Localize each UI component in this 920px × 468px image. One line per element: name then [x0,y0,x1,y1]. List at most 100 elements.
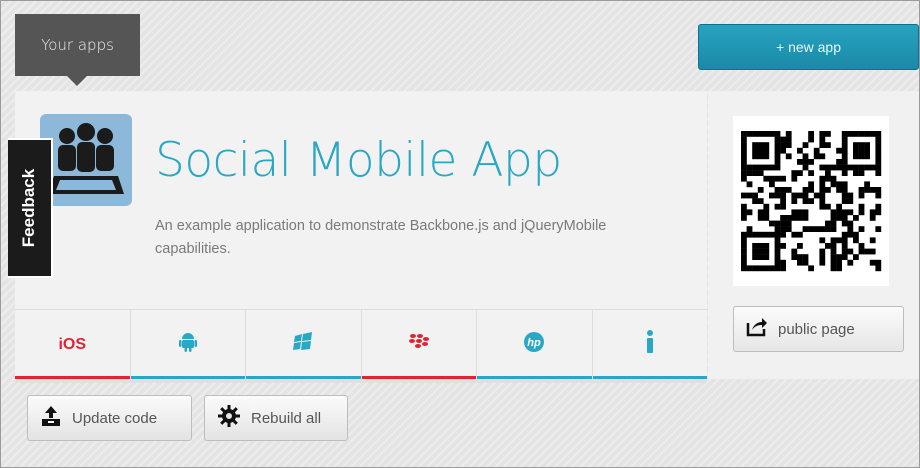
hp-icon: hp [523,331,545,358]
qr-module [785,226,792,232]
platform-tab-ios[interactable]: iOS [15,310,131,379]
qr-module [875,187,882,193]
qr-module [757,248,764,255]
qr-module [808,131,814,137]
qr-module [825,220,831,227]
qr-module [752,147,758,154]
public-page-button[interactable]: public page [733,306,904,352]
qr-module [741,164,747,171]
qr-module [797,159,803,165]
qr-module [757,147,764,154]
platform-tab-webos[interactable]: hp [477,310,593,379]
qr-module [797,243,803,249]
qr-module [741,259,747,266]
qr-module [757,198,764,204]
qr-module [858,248,865,255]
qr-module [763,164,770,171]
qr-module [864,142,870,148]
qr-module [853,142,859,148]
qr-module [858,170,865,176]
qr-module [774,259,781,266]
feedback-tab[interactable]: Feedback [8,138,53,278]
qr-module [791,170,798,176]
qr-module [836,215,842,221]
qr-module [780,265,786,272]
qr-module [780,215,786,221]
qr-module [774,187,781,193]
qr-module [774,254,781,260]
qr-module [746,131,753,137]
new-app-button[interactable]: + new app [698,24,919,70]
qr-module [830,265,837,272]
qr-module [853,170,859,176]
qr-module [763,203,770,210]
qr-module [802,198,809,204]
qr-module [836,147,842,154]
qr-module [774,131,781,137]
platform-tab-info[interactable] [592,310,707,379]
qr-module [813,192,820,199]
qr-module [763,209,770,216]
qr-module [825,175,831,182]
qr-module [841,131,848,137]
qr-module [875,136,882,143]
qr-module [825,142,831,148]
qr-module [858,203,865,210]
qr-module [858,147,865,154]
platform-tab-blackberry[interactable] [361,310,477,379]
qr-module [785,215,792,221]
qr-module [825,187,831,193]
qr-module [825,226,831,232]
qr-module [841,237,848,244]
qr-module [757,187,764,193]
qr-module [780,226,786,232]
qr-module [830,175,837,182]
qr-module [841,220,848,227]
qr-module [769,164,775,171]
qr-module [769,192,775,199]
qr-module [841,153,848,160]
qr-module [763,243,770,249]
platform-tab-android[interactable] [130,310,246,379]
qr-module [841,181,848,188]
qr-module [858,192,865,199]
qr-module [774,164,781,171]
update-code-button[interactable]: Update code [27,395,192,441]
rebuild-all-button[interactable]: Rebuild all [204,395,348,441]
qr-module [841,243,848,249]
qr-module [785,131,792,137]
qr-module [757,243,764,249]
qr-module [785,220,792,227]
qr-module [741,159,747,165]
qr-module [841,164,848,171]
qr-module [875,153,882,160]
qr-module [825,131,831,137]
qr-module [808,226,814,232]
qr-module [830,226,837,232]
your-apps-label: Your apps [41,36,114,54]
qr-module [869,259,876,266]
qr-module [847,226,854,232]
qr-module [875,209,882,216]
qr-module [774,175,781,182]
gear-icon [217,404,241,432]
qr-module [746,181,753,188]
qr-module [797,231,803,238]
qr-module [836,265,842,272]
qr-module [847,248,854,255]
qr-module [808,198,814,204]
qr-module [741,203,747,210]
qr-module [791,248,798,255]
qr-module [841,231,848,238]
platform-tab-windows[interactable] [246,310,362,379]
qr-module [752,231,758,238]
qr-module [858,142,865,148]
windows-icon [292,331,314,358]
qr-module [780,192,786,199]
blackberry-icon [408,333,430,356]
update-code-label: Update code [72,409,158,427]
qr-module [780,203,786,210]
qr-module [741,248,747,255]
qr-module [757,265,764,272]
your-apps-tab[interactable]: Your apps [15,14,140,86]
